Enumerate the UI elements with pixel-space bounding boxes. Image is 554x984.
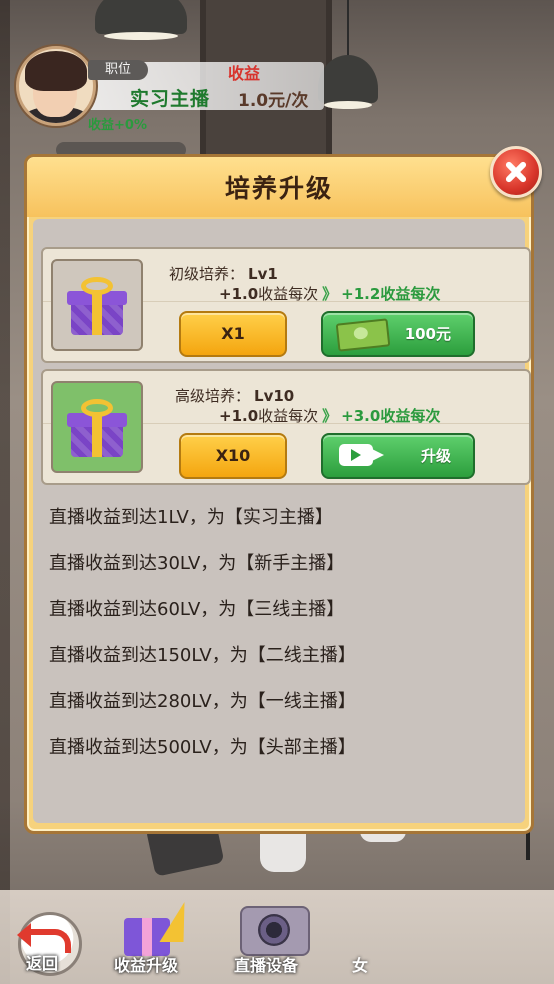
level-value: Lv10 [254, 387, 295, 405]
revenue-upgrade-tab[interactable]: 收益升级 [114, 952, 178, 976]
camera-icon[interactable] [240, 906, 310, 956]
gain-current-suffix: 收益每次 [258, 407, 319, 425]
gain-arrow-icon: 》 [322, 285, 338, 303]
gain-next: +1.2收益每次 [341, 285, 441, 303]
price-label: 100元 [404, 325, 451, 343]
rank-rule: 直播收益到达60LV，为【三线主播】 [49, 599, 345, 620]
training-label: 初级培养： [169, 265, 245, 283]
gain-current-suffix: 收益每次 [258, 285, 319, 303]
dialog-title: 培养升级 [224, 174, 333, 203]
income-bonus: 收益+0% [88, 118, 147, 133]
training-level: 高级培养： Lv10 [175, 385, 294, 406]
training-level: 初级培养： Lv1 [169, 263, 278, 284]
gain-arrow-icon: 》 [322, 407, 338, 425]
rank-rule: 直播收益到达280LV，为【一线主播】 [49, 691, 356, 712]
video-icon [339, 444, 384, 466]
training-label: 高级培养： [175, 387, 251, 405]
ceiling-lamp [95, 0, 187, 40]
back-label[interactable]: 返回 [26, 950, 58, 974]
next-tab-partial[interactable]: 女 [352, 952, 368, 976]
cash-icon [335, 318, 391, 352]
gain-row: +1.0收益每次》 +1.2收益每次 [219, 283, 440, 304]
upgrade-label: 升级 [420, 447, 451, 465]
gift-icon-frame [51, 381, 143, 473]
buy-upgrade-button[interactable]: 100元 [321, 311, 475, 357]
upgrade-dialog: 培养升级 初级培养： Lv1 +1.0收益每次》 +1.2收益每次 X1 100元 … [24, 154, 534, 834]
dialog-header: 培养升级 [27, 157, 531, 217]
gain-row: +1.0收益每次》 +3.0收益每次 [219, 405, 440, 426]
rank-rule: 直播收益到达1LV，为【实习主播】 [49, 507, 333, 528]
gift-icon [67, 277, 127, 335]
position-label: 职位 [88, 60, 148, 80]
revenue-label: 收益 [228, 64, 261, 83]
training-card-advanced: 高级培养： Lv10 +1.0收益每次》 +3.0收益每次 X10 升级 [41, 369, 531, 485]
revenue-rate: 1.0元/次 [238, 91, 309, 111]
training-card-basic: 初级培养： Lv1 +1.0收益每次》 +1.2收益每次 X1 100元 [41, 247, 531, 363]
level-value: Lv1 [248, 265, 278, 283]
close-button[interactable] [490, 146, 542, 198]
lamp-cord [347, 0, 349, 58]
gift-icon [67, 399, 127, 457]
watch-video-upgrade-button[interactable]: 升级 [321, 433, 475, 479]
gain-current: +1.0 [219, 407, 259, 425]
revenue-upgrade-icon[interactable] [120, 902, 197, 958]
gain-next: +3.0收益每次 [341, 407, 441, 425]
multiplier-x1-button[interactable]: X1 [179, 311, 287, 357]
rank-rule: 直播收益到达150LV，为【二线主播】 [49, 645, 356, 666]
gain-current: +1.0 [219, 285, 259, 303]
multiplier-x10-button[interactable]: X10 [179, 433, 287, 479]
equipment-tab[interactable]: 直播设备 [234, 952, 298, 976]
rank-rule: 直播收益到达30LV，为【新手主播】 [49, 553, 345, 574]
position-name: 实习主播 [130, 88, 211, 110]
avatar-hair [25, 51, 87, 91]
rank-rule: 直播收益到达500LV，为【头部主播】 [49, 737, 356, 758]
rank-rules-list: 直播收益到达1LV，为【实习主播】 直播收益到达30LV，为【新手主播】 直播收… [49, 503, 509, 779]
avatar[interactable] [16, 46, 96, 126]
gift-icon-frame [51, 259, 143, 351]
